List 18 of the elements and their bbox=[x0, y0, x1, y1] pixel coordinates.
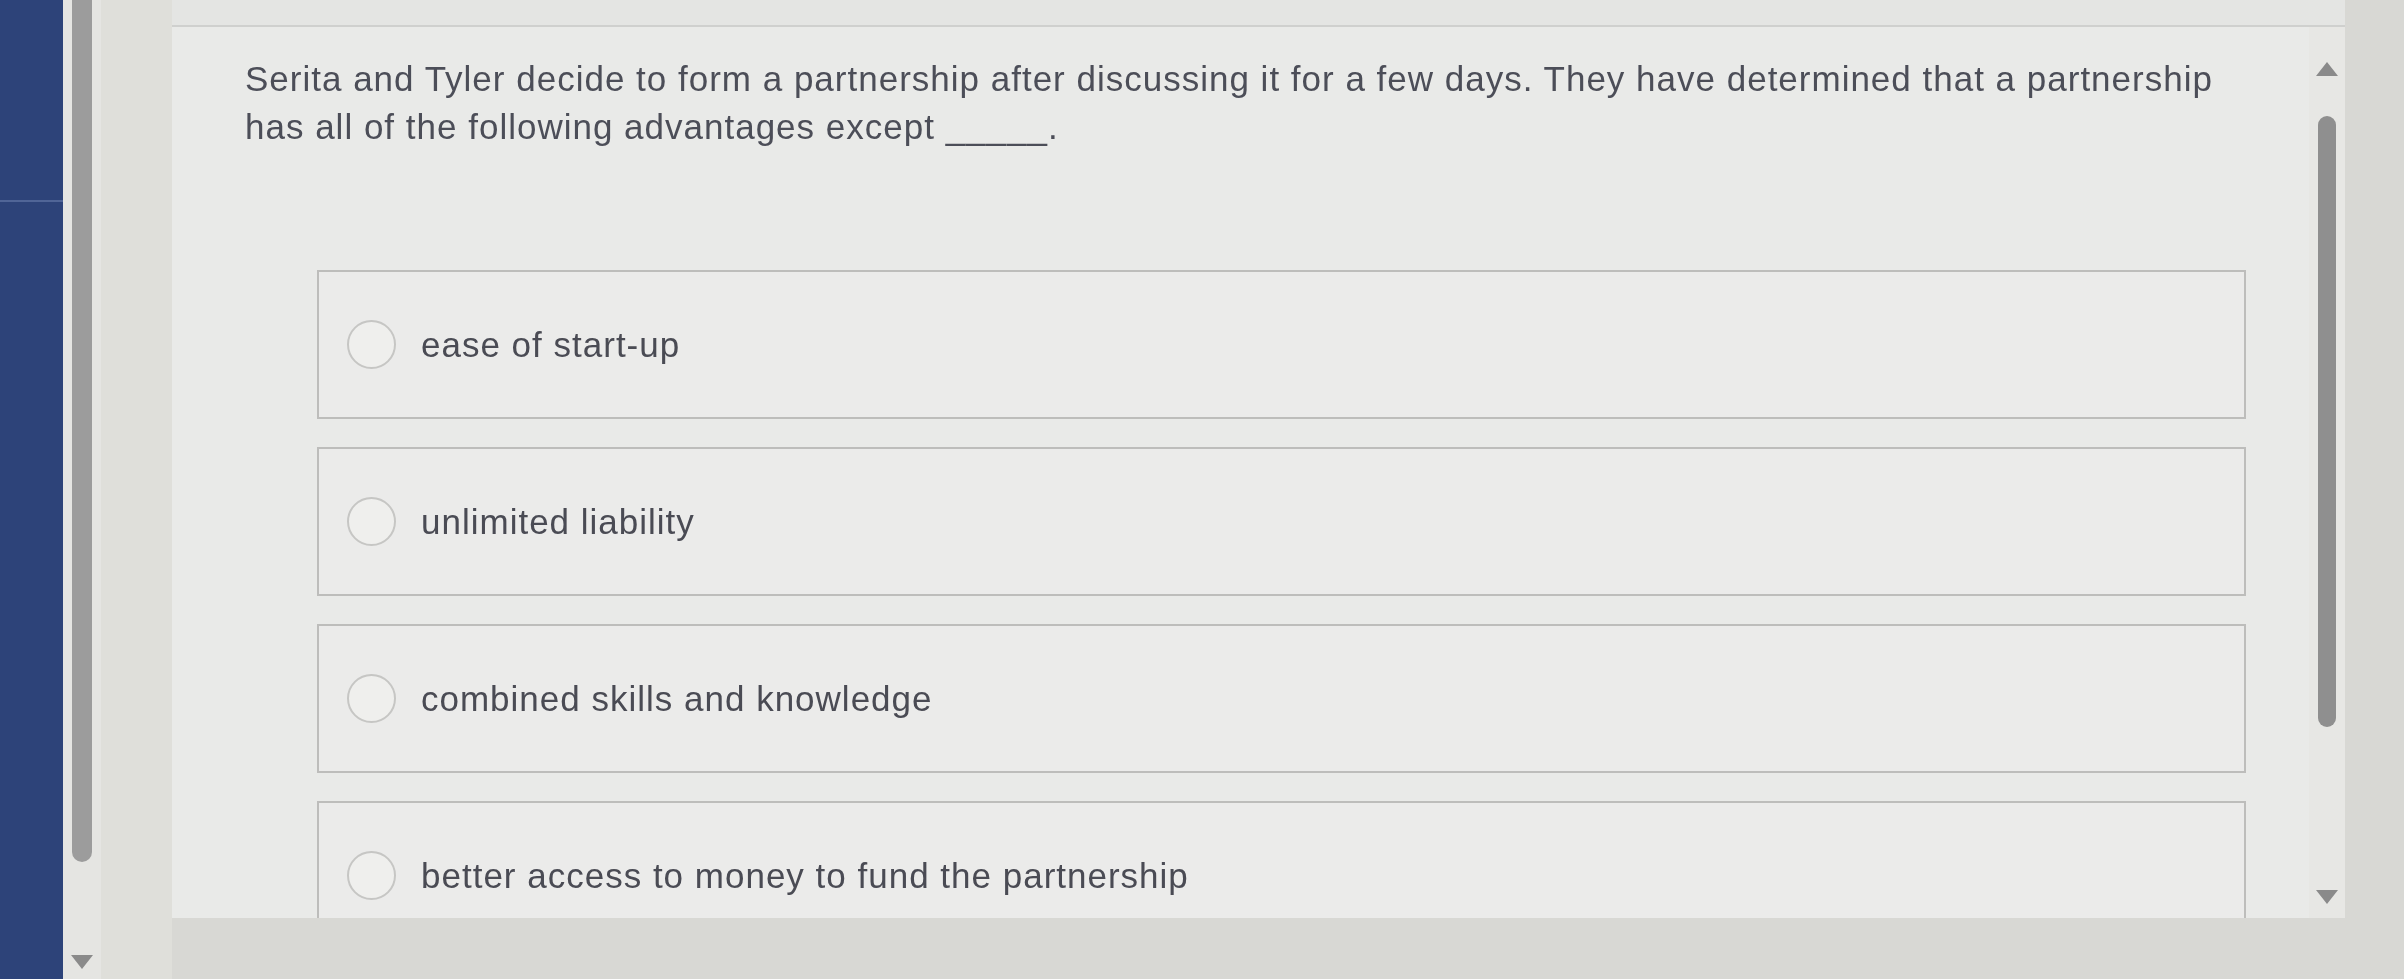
option-label: combined skills and knowledge bbox=[421, 677, 933, 720]
radio-button[interactable] bbox=[347, 497, 396, 546]
radio-button[interactable] bbox=[347, 851, 396, 900]
scrollbar-thumb[interactable] bbox=[2318, 116, 2336, 727]
answer-option[interactable]: better access to money to fund the partnership bbox=[317, 801, 2246, 918]
scrollbar-thumb[interactable] bbox=[72, 0, 92, 862]
answer-option[interactable]: unlimited liability bbox=[317, 447, 2246, 596]
option-label: unlimited liability bbox=[421, 500, 695, 543]
answer-option[interactable]: combined skills and knowledge bbox=[317, 624, 2246, 773]
answer-option[interactable]: ease of start-up bbox=[317, 270, 2246, 419]
question-text: Serita and Tyler decide to form a partnership after discussing it for a few days. They have determined that a partnership has all of the following advantages except _____. bbox=[245, 58, 2214, 148]
scroll-down-icon[interactable] bbox=[2316, 890, 2338, 904]
scroll-down-icon[interactable] bbox=[71, 955, 93, 969]
option-label: better access to money to fund the partnership bbox=[421, 854, 1189, 897]
radio-button[interactable] bbox=[347, 674, 396, 723]
option-label: ease of start-up bbox=[421, 323, 681, 366]
radio-button[interactable] bbox=[347, 320, 396, 369]
scroll-up-icon[interactable] bbox=[2316, 62, 2338, 76]
